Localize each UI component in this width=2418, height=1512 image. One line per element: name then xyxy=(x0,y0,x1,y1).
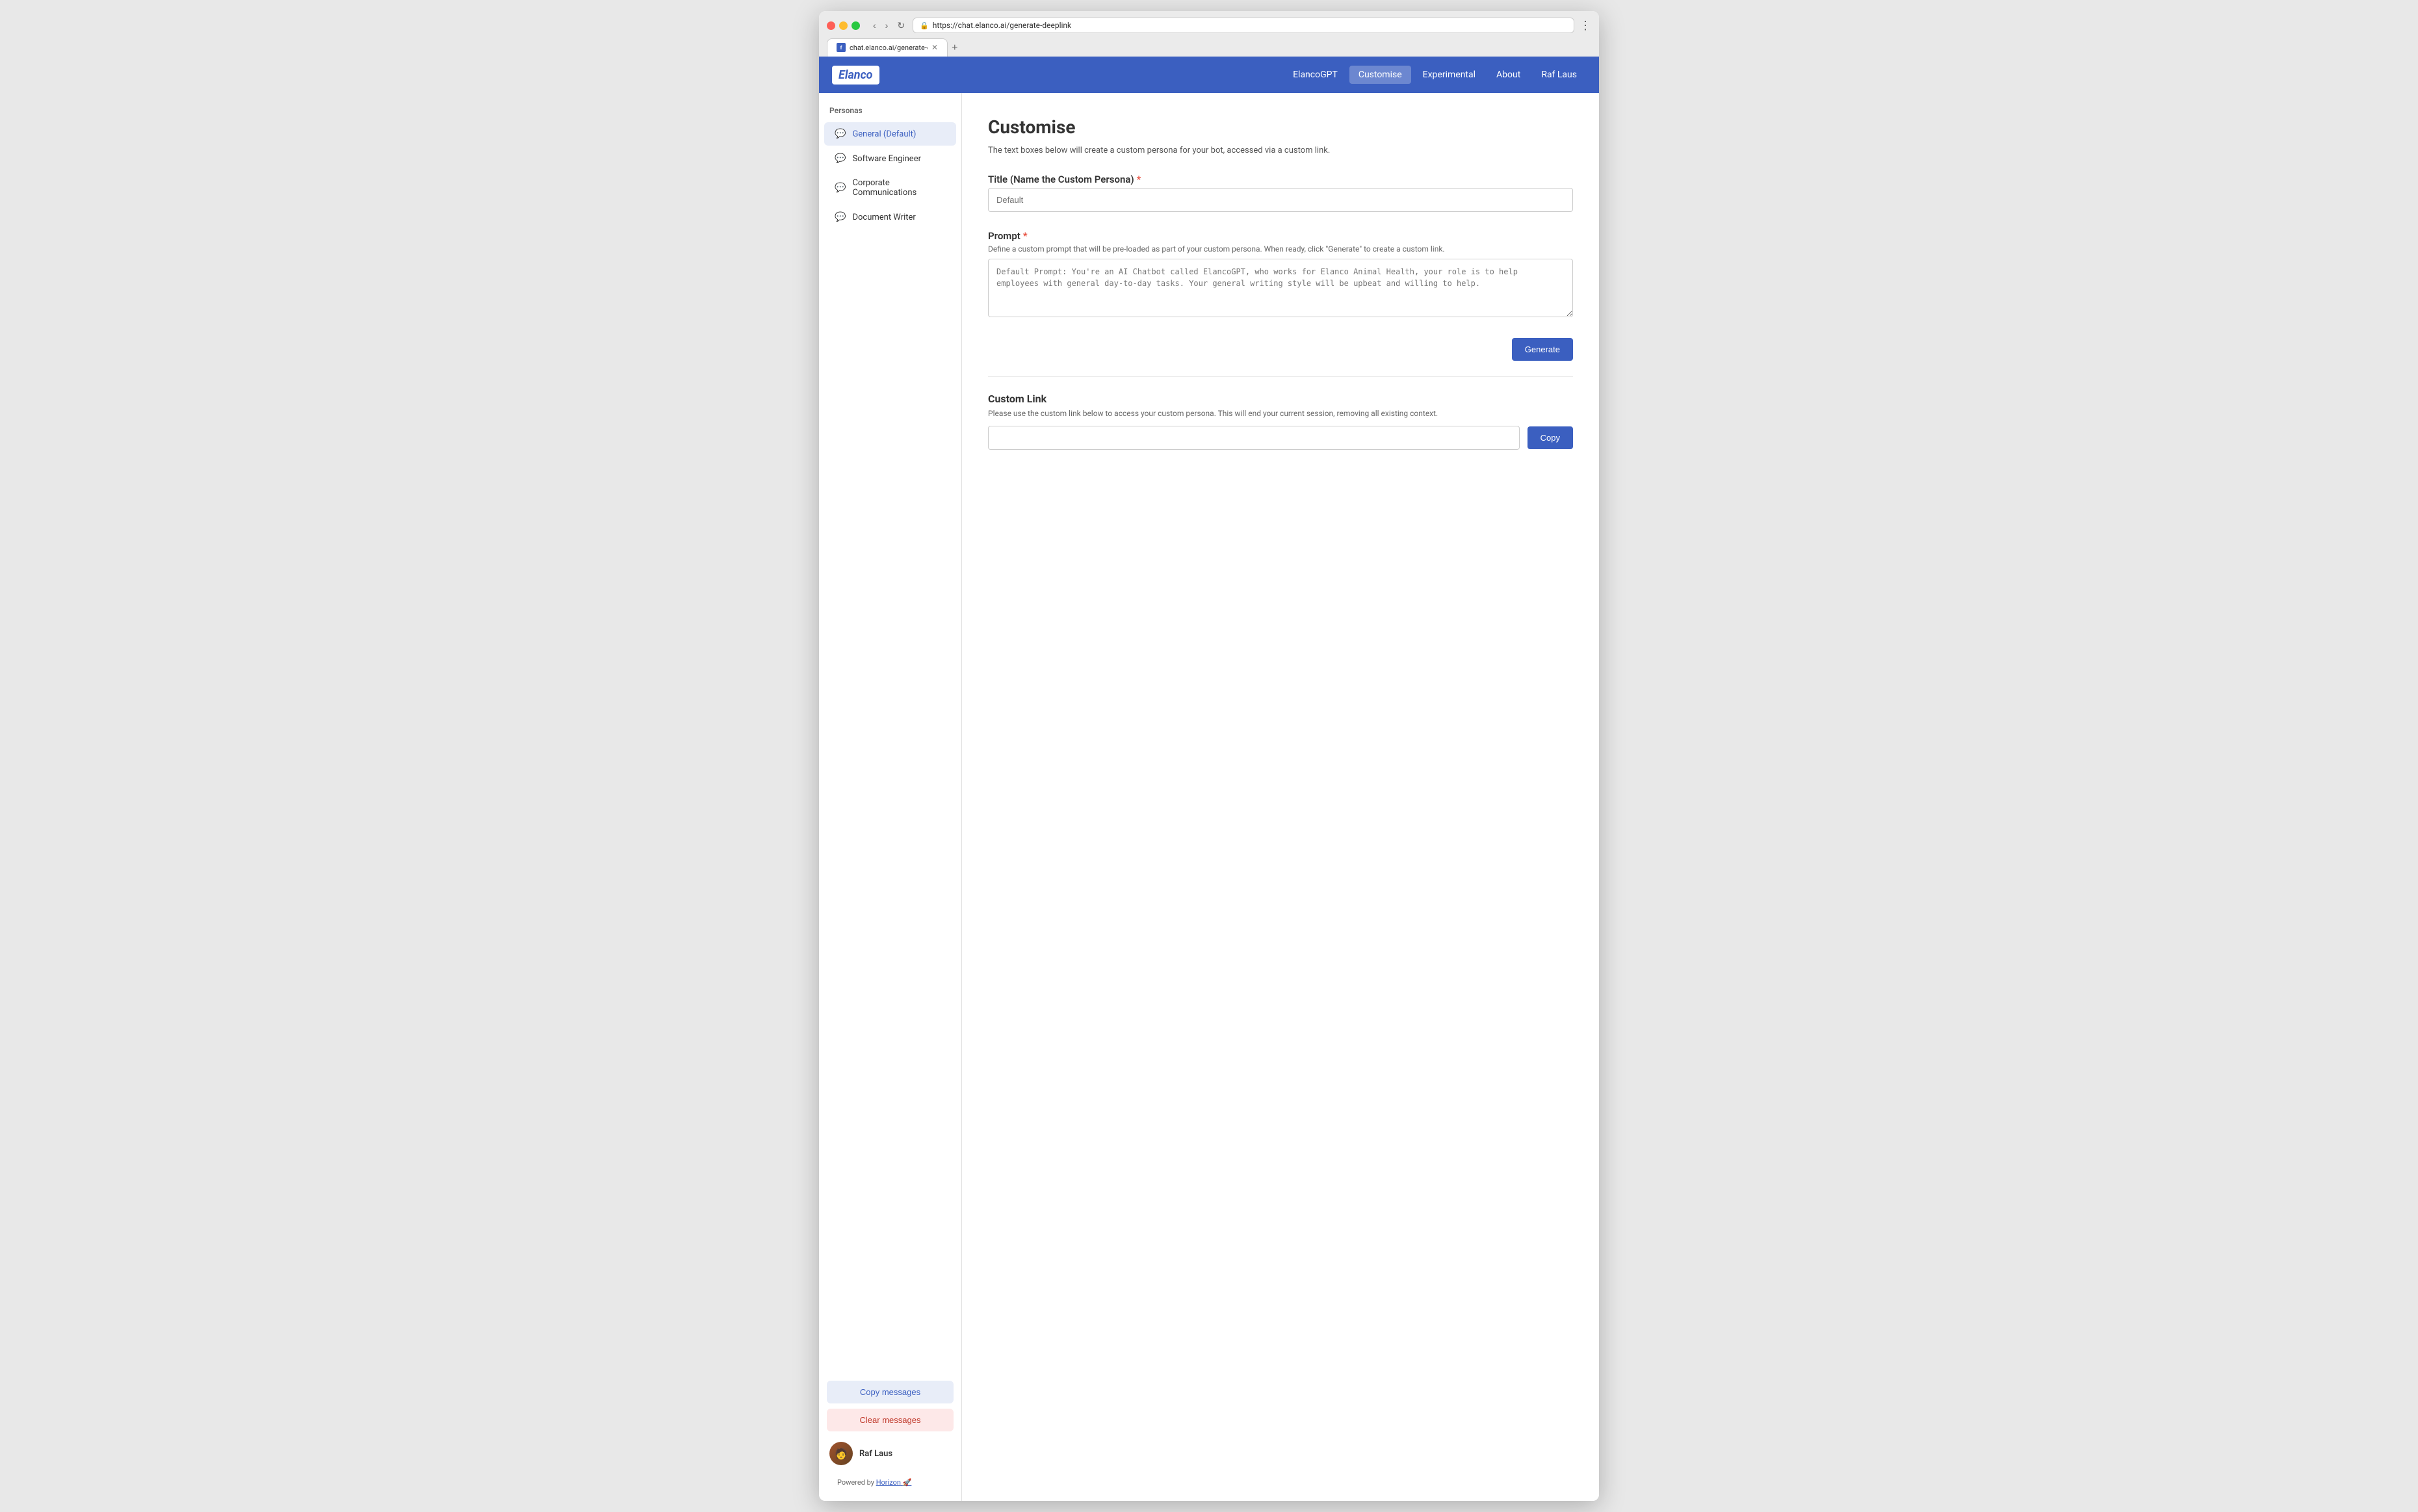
minimize-dot[interactable] xyxy=(839,21,848,30)
sidebar-item-label-document: Document Writer xyxy=(852,213,915,222)
sidebar: Personas 💬 General (Default) 💬 Software … xyxy=(819,93,962,1501)
lock-icon: 🔒 xyxy=(920,21,929,30)
custom-link-title: Custom Link xyxy=(988,393,1573,405)
custom-link-input[interactable] xyxy=(988,426,1520,450)
title-label-text: Title (Name the Custom Persona) xyxy=(988,174,1134,185)
required-star-prompt: * xyxy=(1023,230,1028,242)
sidebar-item-label-general: General (Default) xyxy=(852,129,916,139)
required-star-title: * xyxy=(1137,174,1141,185)
sidebar-item-label-corporate: Corporate Communications xyxy=(852,178,946,198)
reload-button[interactable]: ↻ xyxy=(894,19,907,33)
page-description: The text boxes below will create a custo… xyxy=(988,146,1573,155)
powered-by: Powered by Horizon 🚀 xyxy=(827,1476,954,1493)
maximize-dot[interactable] xyxy=(852,21,860,30)
user-name: Raf Laus xyxy=(859,1449,892,1459)
custom-link-section: Custom Link Please use the custom link b… xyxy=(988,393,1573,450)
clear-messages-button[interactable]: Clear messages xyxy=(827,1409,954,1431)
sidebar-item-document-writer[interactable]: 💬 Document Writer xyxy=(824,205,956,229)
horizon-emoji: 🚀 xyxy=(903,1478,912,1487)
close-dot[interactable] xyxy=(827,21,835,30)
chat-icon-3: 💬 xyxy=(835,183,846,193)
generate-button[interactable]: Generate xyxy=(1512,338,1573,361)
title-field-section: Title (Name the Custom Persona) * xyxy=(988,174,1573,212)
sidebar-item-corporate-comms[interactable]: 💬 Corporate Communications xyxy=(824,172,956,204)
nav-experimental[interactable]: Experimental xyxy=(1414,66,1485,84)
browser-tab[interactable]: f chat.elanco.ai/generate-deepli... ✕ xyxy=(827,38,948,57)
forward-button[interactable]: › xyxy=(883,19,891,33)
tab-close-icon[interactable]: ✕ xyxy=(931,43,938,52)
page-title: Customise xyxy=(988,116,1573,138)
link-input-row: Copy xyxy=(988,426,1573,450)
url-bar[interactable]: https://chat.elanco.ai/generate-deeplink xyxy=(933,21,1071,30)
nav-elancogpt[interactable]: ElancoGPT xyxy=(1284,66,1347,84)
avatar: 🧑 xyxy=(829,1442,853,1465)
copy-messages-button[interactable]: Copy messages xyxy=(827,1381,954,1403)
chat-icon-4: 💬 xyxy=(835,212,846,222)
avatar-image: 🧑 xyxy=(829,1442,853,1465)
sidebar-item-label-software: Software Engineer xyxy=(852,154,921,164)
main-content: Customise The text boxes below will crea… xyxy=(962,93,1599,1501)
prompt-label-text: Prompt xyxy=(988,230,1020,242)
sidebar-item-general-default[interactable]: 💬 General (Default) xyxy=(824,122,956,146)
back-button[interactable]: ‹ xyxy=(870,19,879,33)
nav-raflaus[interactable]: Raf Laus xyxy=(1532,66,1586,84)
browser-menu-icon[interactable]: ⋮ xyxy=(1580,19,1591,33)
tab-favicon: f xyxy=(837,43,846,52)
prompt-field-section: Prompt * Define a custom prompt that wil… xyxy=(988,230,1573,320)
horizon-label: Horizon xyxy=(876,1478,901,1487)
custom-link-desc: Please use the custom link below to acce… xyxy=(988,409,1573,418)
generate-btn-container: Generate xyxy=(988,338,1573,361)
new-tab-button[interactable]: + xyxy=(949,40,960,57)
prompt-textarea[interactable] xyxy=(988,259,1573,317)
sidebar-item-software-engineer[interactable]: 💬 Software Engineer xyxy=(824,147,956,170)
powered-by-prefix: Powered by xyxy=(837,1478,876,1487)
title-input[interactable] xyxy=(988,188,1573,212)
title-field-label: Title (Name the Custom Persona) * xyxy=(988,174,1573,185)
prompt-field-label: Prompt * xyxy=(988,230,1573,242)
copy-button[interactable]: Copy xyxy=(1528,426,1573,449)
app-body: Personas 💬 General (Default) 💬 Software … xyxy=(819,93,1599,1501)
logo[interactable]: Elanco xyxy=(832,66,879,85)
prompt-field-desc: Define a custom prompt that will be pre-… xyxy=(988,244,1573,254)
tab-title: chat.elanco.ai/generate-deepli... xyxy=(850,44,928,52)
nav-customise[interactable]: Customise xyxy=(1349,66,1411,84)
personas-label: Personas xyxy=(819,106,961,122)
sidebar-bottom: Copy messages Clear messages 🧑 Raf Laus … xyxy=(819,1373,961,1501)
nav-links: ElancoGPT Customise Experimental About R… xyxy=(1284,66,1586,84)
site-navigation: Elanco ElancoGPT Customise Experimental … xyxy=(819,57,1599,93)
chat-icon: 💬 xyxy=(835,129,846,139)
user-info: 🧑 Raf Laus xyxy=(827,1437,954,1470)
horizon-link[interactable]: Horizon 🚀 xyxy=(876,1478,912,1487)
logo-text: Elanco xyxy=(838,68,873,82)
nav-about[interactable]: About xyxy=(1487,66,1529,84)
chat-icon-2: 💬 xyxy=(835,153,846,164)
section-divider xyxy=(988,376,1573,377)
